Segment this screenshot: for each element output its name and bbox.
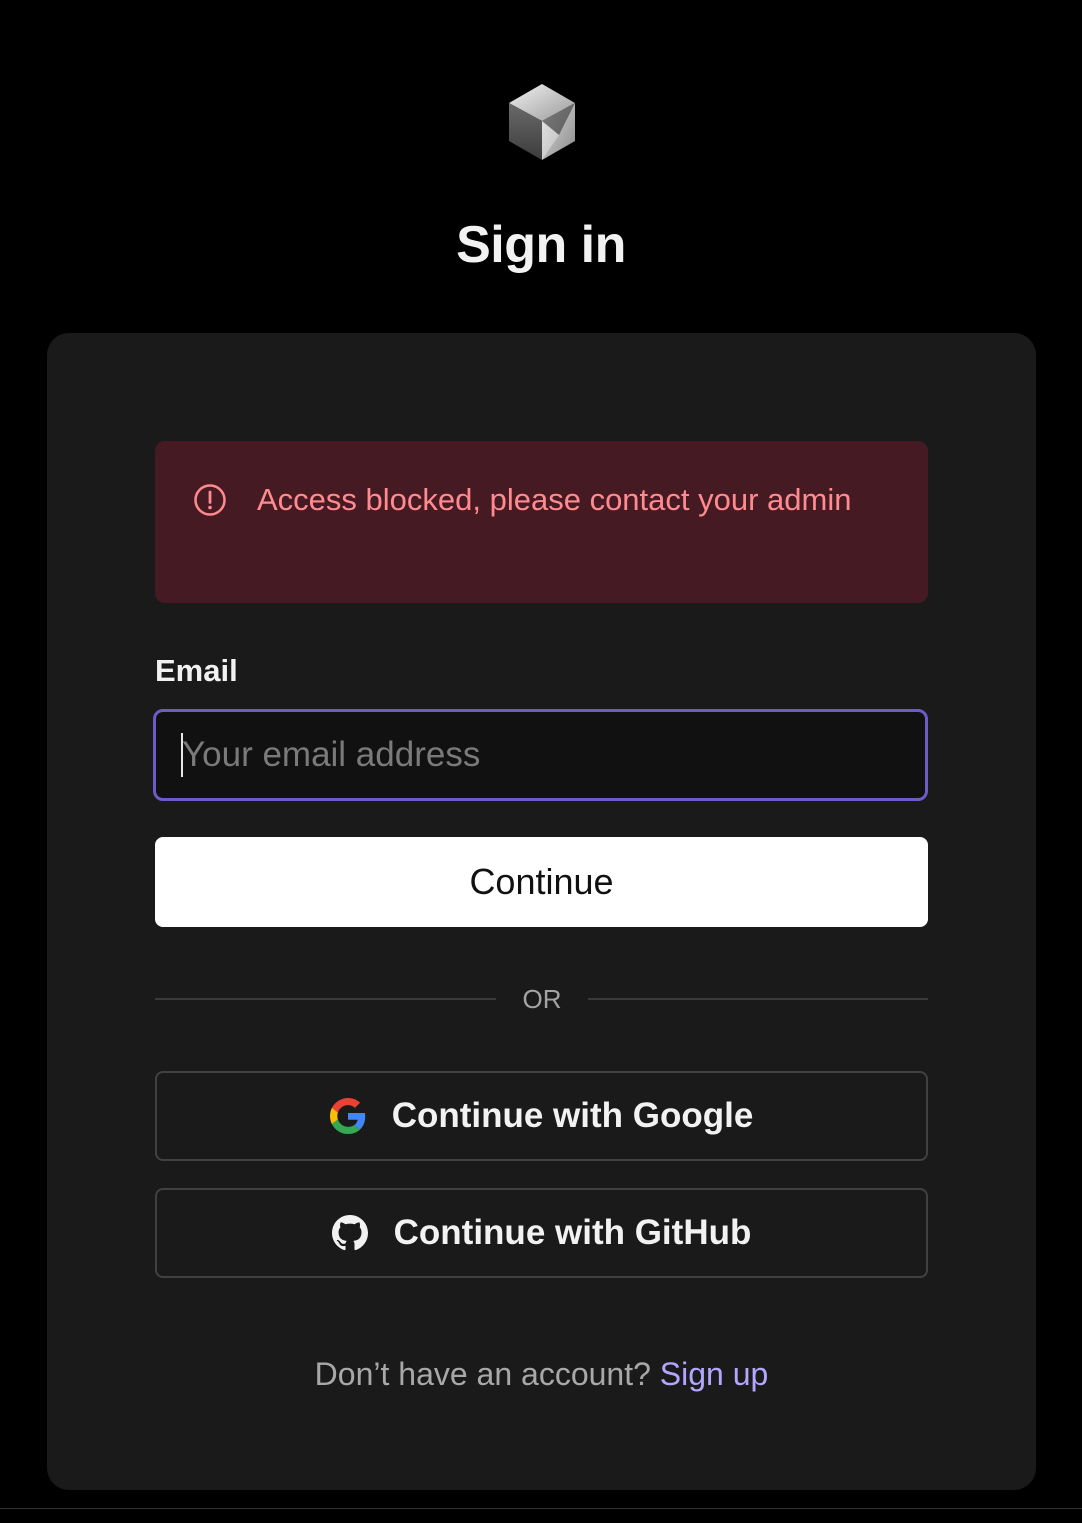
signup-prompt-text: Don’t have an account?: [314, 1356, 651, 1392]
github-button-label: Continue with GitHub: [393, 1213, 752, 1252]
continue-with-google-button[interactable]: Continue with Google: [155, 1071, 928, 1161]
divider-line-right: [588, 998, 928, 1000]
continue-button[interactable]: Continue: [155, 837, 928, 927]
google-button-content: Continue with Google: [157, 1073, 926, 1159]
google-button-label: Continue with Google: [391, 1096, 754, 1135]
email-label: Email: [155, 653, 238, 688]
google-icon: [329, 1098, 365, 1134]
window-bottom-border: [0, 1508, 1082, 1509]
sign-in-card: Access blocked, please contact your admi…: [47, 333, 1036, 1490]
continue-with-github-button[interactable]: Continue with GitHub: [155, 1188, 928, 1278]
sign-in-page: Sign in Access blocked, please contact y…: [0, 0, 1082, 1523]
sign-up-link[interactable]: Sign up: [660, 1356, 769, 1392]
error-alert: Access blocked, please contact your admi…: [155, 441, 928, 603]
cube-logo-icon: [509, 84, 575, 160]
email-input[interactable]: [153, 709, 928, 801]
divider-line-left: [155, 998, 496, 1000]
text-cursor: [181, 733, 183, 777]
error-message: Access blocked, please contact your admi…: [257, 482, 852, 517]
github-icon: [331, 1215, 368, 1251]
github-button-content: Continue with GitHub: [157, 1190, 926, 1276]
divider-label: OR: [522, 984, 562, 1014]
page-title: Sign in: [456, 216, 626, 274]
signup-prompt: Don’t have an account? Sign up: [47, 1352, 1036, 1396]
alert-circle-icon: [194, 484, 226, 516]
